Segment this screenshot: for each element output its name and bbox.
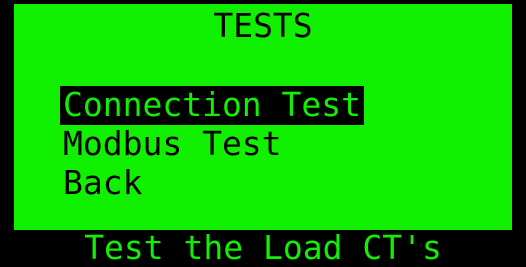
menu-item-back[interactable]: Back — [60, 164, 145, 203]
screen-title: TESTS — [213, 6, 313, 45]
lcd-frame: TESTS Connection Test Modbus Test Back T… — [0, 0, 526, 267]
status-bar: Test the Load CT's — [14, 230, 512, 267]
menu-item-modbus-test[interactable]: Modbus Test — [60, 125, 285, 164]
lcd-display: TESTS Connection Test Modbus Test Back — [14, 4, 512, 230]
tests-menu: Connection Test Modbus Test Back — [60, 86, 365, 203]
menu-item-connection-test[interactable]: Connection Test — [60, 86, 365, 125]
status-help-text: Test the Load CT's — [84, 228, 442, 267]
